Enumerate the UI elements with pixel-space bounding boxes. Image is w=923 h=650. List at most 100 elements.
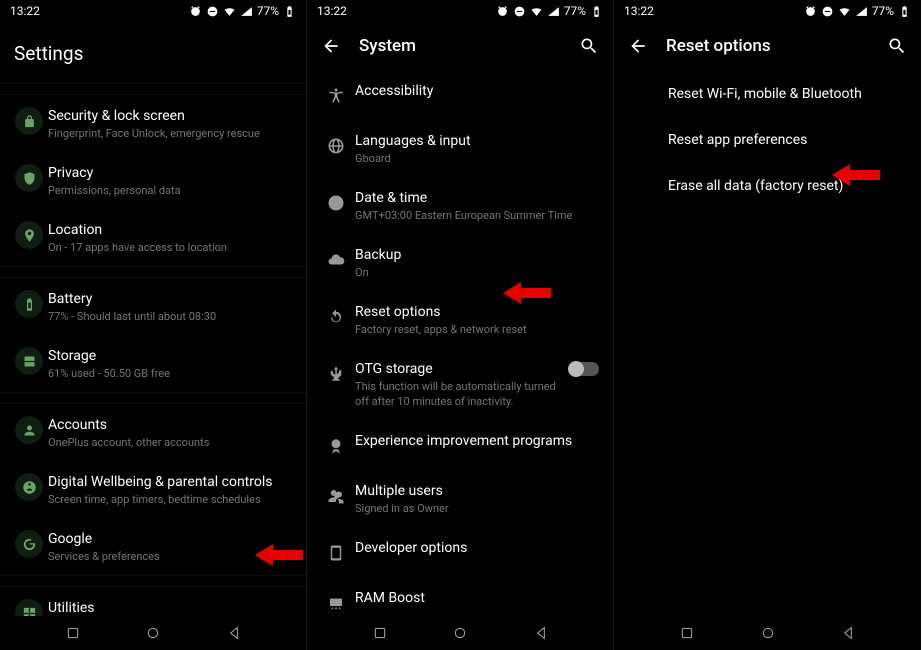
red-arrow <box>255 542 303 568</box>
otg-toggle[interactable] <box>569 362 599 376</box>
nav-back-icon[interactable] <box>533 625 549 641</box>
item-title: Reset options <box>355 303 599 321</box>
reset-option-0[interactable]: Reset Wi-Fi, mobile & Bluetooth <box>654 70 921 116</box>
settings-item-pin[interactable]: Location On - 17 apps have access to loca… <box>0 209 306 266</box>
header-title: System <box>359 36 561 56</box>
system-item-phone[interactable]: Developer options <box>307 527 613 577</box>
clock-icon <box>322 189 350 217</box>
battery-icon <box>283 5 296 18</box>
nav-bar <box>307 616 613 650</box>
dnd-icon <box>513 5 526 18</box>
system-item-clock[interactable]: Date & timeGMT+03:00 Eastern European Su… <box>307 177 613 234</box>
item-subtitle: On <box>355 266 599 281</box>
settings-item-shield[interactable]: PrivacyPermissions, personal data <box>0 152 306 209</box>
battery-pct: 77% <box>872 4 894 18</box>
item-title: Multiple users <box>355 482 599 500</box>
header-bar: System <box>307 22 613 70</box>
reset-option-2[interactable]: Erase all data (factory reset) <box>654 162 921 208</box>
alarm-icon <box>189 5 202 18</box>
settings-item-person[interactable]: AccountsOnePlus account, other accounts <box>0 404 306 461</box>
item-subtitle: OnePlus account, other accounts <box>48 436 292 451</box>
nav-recents-icon[interactable] <box>679 625 695 641</box>
dnd-icon <box>206 5 219 18</box>
status-time: 13:22 <box>317 4 347 18</box>
grid-icon <box>15 599 43 616</box>
item-title: Location <box>48 221 292 239</box>
reset-option-1[interactable]: Reset app preferences <box>654 116 921 162</box>
red-arrow <box>832 162 880 188</box>
system-screen: 13:22 77% System Accessibility Languages … <box>307 0 614 650</box>
back-icon[interactable] <box>628 36 648 56</box>
item-title: Utilities <box>48 599 292 616</box>
battery-pct: 77% <box>564 4 586 18</box>
cloud-icon <box>322 246 350 274</box>
ram-icon <box>322 589 350 616</box>
shield-icon <box>15 164 43 192</box>
reset-icon <box>322 303 350 331</box>
settings-item-grid[interactable]: UtilitiesApp locker, parallel apps <box>0 587 306 616</box>
battery-icon <box>15 290 43 318</box>
system-item-globe[interactable]: Languages & inputGboard <box>307 120 613 177</box>
wifi-icon <box>838 5 851 18</box>
item-title: Privacy <box>48 164 292 182</box>
system-item-usb[interactable]: OTG storageThis function will be automat… <box>307 348 613 420</box>
system-item-medal[interactable]: Experience improvement programs <box>307 420 613 470</box>
nav-recents-icon[interactable] <box>65 625 81 641</box>
back-icon[interactable] <box>321 36 341 56</box>
search-icon[interactable] <box>579 36 599 56</box>
nav-recents-icon[interactable] <box>372 625 388 641</box>
item-title: Reset app preferences <box>668 131 907 149</box>
status-time: 13:22 <box>10 4 40 18</box>
pin-icon <box>15 221 43 249</box>
system-item-accessibility[interactable]: Accessibility <box>307 70 613 120</box>
item-subtitle: 61% used - 50.50 GB free <box>48 367 292 382</box>
settings-screen: 13:22 77% Settings Security & lock scree… <box>0 0 307 650</box>
item-title: Digital Wellbeing & parental controls <box>48 473 292 491</box>
item-title: Backup <box>355 246 599 264</box>
signal-icon <box>855 5 868 18</box>
red-arrow <box>503 280 551 306</box>
users-icon <box>322 482 350 510</box>
settings-item-wellbeing[interactable]: Digital Wellbeing & parental controlsScr… <box>0 461 306 518</box>
item-subtitle: 77% - Should last until about 08:30 <box>48 310 292 325</box>
nav-home-icon[interactable] <box>452 625 468 641</box>
item-subtitle: Fingerprint, Face Unlock, emergency resc… <box>48 127 292 142</box>
item-title: Date & time <box>355 189 599 207</box>
wellbeing-icon <box>15 473 43 501</box>
signal-icon <box>240 5 253 18</box>
status-bar: 13:22 77% <box>0 0 306 22</box>
search-icon[interactable] <box>887 36 907 56</box>
battery-icon <box>590 5 603 18</box>
status-icons: 77% <box>804 4 911 18</box>
system-item-reset[interactable]: Reset optionsFactory reset, apps & netwo… <box>307 291 613 348</box>
person-icon <box>15 416 43 444</box>
item-title: Accessibility <box>355 82 599 100</box>
google-icon <box>15 530 43 558</box>
nav-home-icon[interactable] <box>760 625 776 641</box>
settings-item-storage[interactable]: Storage 61% used - 50.50 GB free <box>0 335 306 392</box>
settings-item-battery[interactable]: Battery77% - Should last until about 08:… <box>0 278 306 335</box>
system-item-ram[interactable]: RAM Boost <box>307 577 613 616</box>
usb-icon <box>322 360 350 388</box>
phone-icon <box>322 539 350 567</box>
item-title: RAM Boost <box>355 589 599 607</box>
item-title: Storage <box>48 347 292 365</box>
nav-bar <box>0 616 306 650</box>
system-item-users[interactable]: Multiple usersSigned in as Owner <box>307 470 613 527</box>
wifi-icon <box>223 5 236 18</box>
dnd-icon <box>821 5 834 18</box>
nav-home-icon[interactable] <box>145 625 161 641</box>
item-title: OTG storage <box>355 360 561 378</box>
system-item-cloud[interactable]: Backup On <box>307 234 613 291</box>
reset-options-screen: 13:22 77% Reset options Reset Wi-Fi, mob… <box>614 0 921 650</box>
nav-back-icon[interactable] <box>840 625 856 641</box>
alarm-icon <box>804 5 817 18</box>
item-subtitle: On - 17 apps have access to location <box>48 241 292 256</box>
battery-icon <box>898 5 911 18</box>
nav-bar <box>614 616 921 650</box>
status-icons: 77% <box>189 4 296 18</box>
wifi-icon <box>530 5 543 18</box>
settings-item-lock[interactable]: Security & lock screenFingerprint, Face … <box>0 95 306 152</box>
nav-back-icon[interactable] <box>226 625 242 641</box>
signal-icon <box>547 5 560 18</box>
